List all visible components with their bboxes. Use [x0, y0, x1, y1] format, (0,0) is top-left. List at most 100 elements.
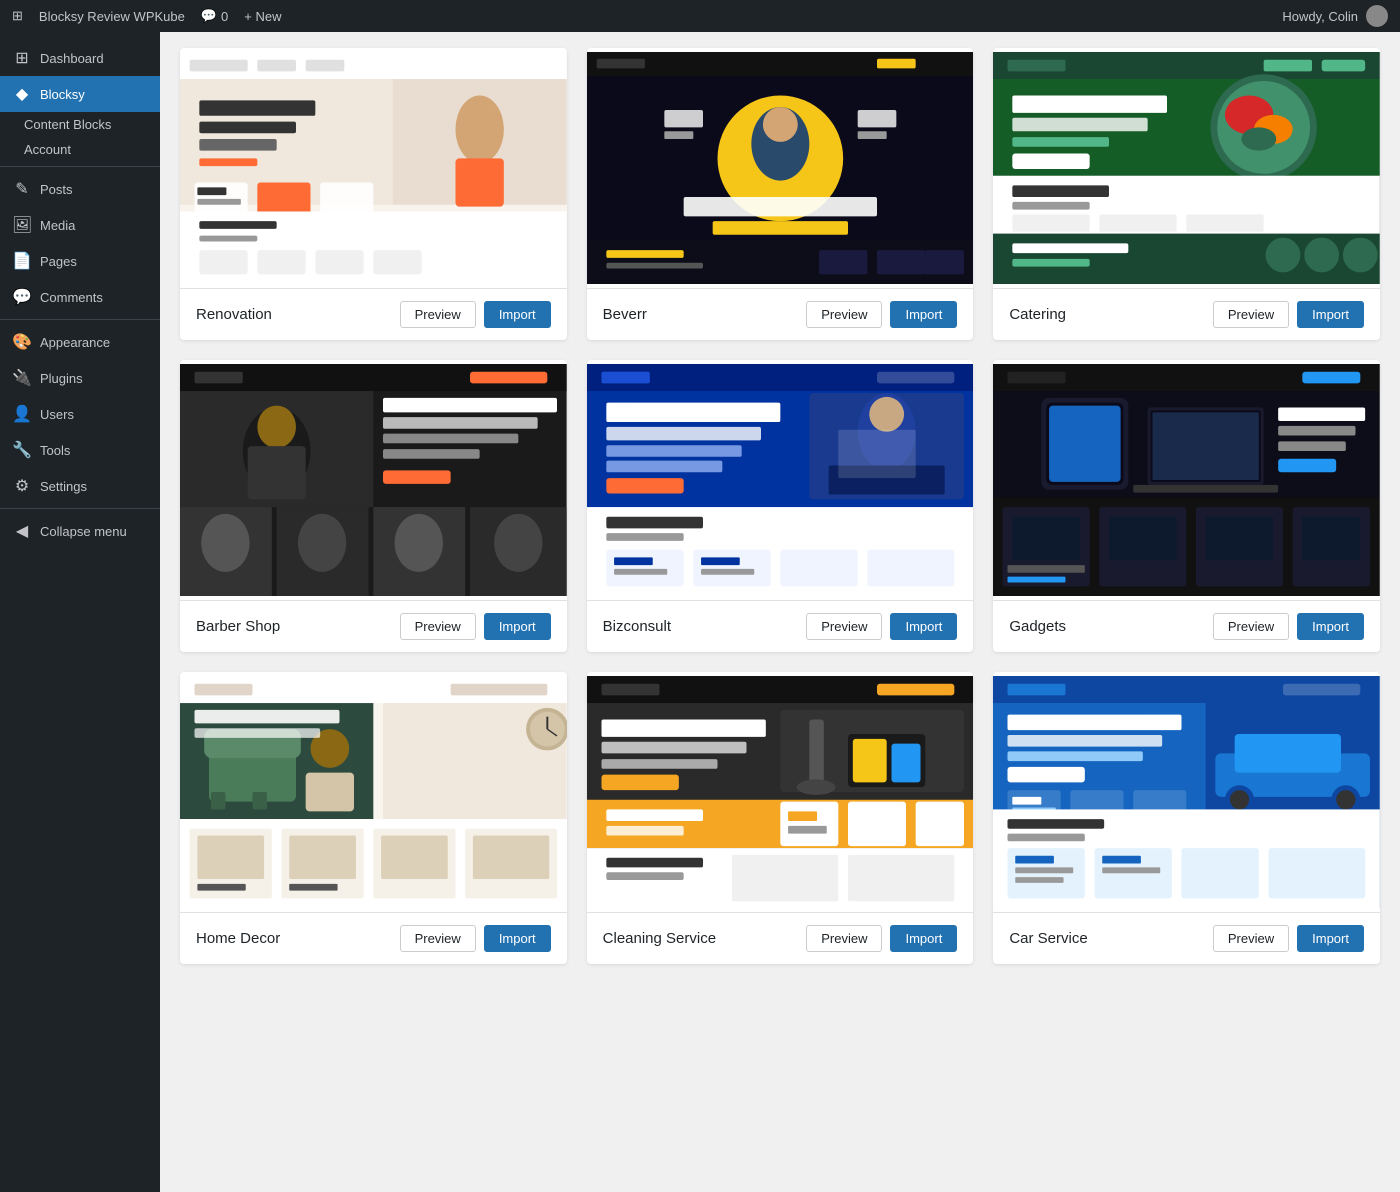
templates-grid: Renovation Preview Import [180, 48, 1380, 964]
import-button-barbershop[interactable]: Import [484, 613, 551, 640]
template-info-car-service: Car Service Preview Import [993, 912, 1380, 964]
preview-button-home-decor[interactable]: Preview [400, 925, 476, 952]
template-card-home-decor: Home Decor Preview Import [180, 672, 567, 964]
site-name[interactable]: Blocksy Review WPKube [39, 9, 185, 24]
import-button-home-decor[interactable]: Import [484, 925, 551, 952]
sidebar-item-posts[interactable]: ✎ Posts [0, 171, 160, 207]
template-name-cleaning-service: Cleaning Service [603, 930, 716, 947]
sidebar: ⊞ Dashboard ◆ Blocksy Content Blocks Acc… [0, 32, 160, 1192]
plugins-icon: 🔌 [12, 368, 32, 388]
template-info-renovation: Renovation Preview Import [180, 288, 567, 340]
template-name-gadgets: Gadgets [1009, 618, 1066, 635]
template-actions-renovation: Preview Import [400, 301, 551, 328]
preview-button-cleaning-service[interactable]: Preview [806, 925, 882, 952]
preview-button-bizconsult[interactable]: Preview [806, 613, 882, 640]
import-button-cleaning-service[interactable]: Import [890, 925, 957, 952]
template-thumb-bizconsult [587, 360, 974, 600]
sidebar-label-dashboard: Dashboard [40, 51, 104, 66]
template-actions-bizconsult: Preview Import [806, 613, 957, 640]
template-name-renovation: Renovation [196, 306, 272, 323]
sidebar-item-collapse[interactable]: ◀ Collapse menu [0, 513, 160, 549]
sidebar-item-settings[interactable]: ⚙ Settings [0, 468, 160, 504]
template-thumb-gadgets [993, 360, 1380, 600]
template-card-beverr: Beverr Preview Import [587, 48, 974, 340]
sidebar-item-content-blocks[interactable]: Content Blocks [0, 112, 160, 137]
tools-icon: 🔧 [12, 440, 32, 460]
template-actions-catering: Preview Import [1213, 301, 1364, 328]
template-name-catering: Catering [1009, 306, 1066, 323]
preview-button-gadgets[interactable]: Preview [1213, 613, 1289, 640]
sidebar-label-tools: Tools [40, 443, 70, 458]
sidebar-item-dashboard[interactable]: ⊞ Dashboard [0, 40, 160, 76]
template-info-barbershop: Barber Shop Preview Import [180, 600, 567, 652]
sidebar-label-comments: Comments [40, 290, 103, 305]
admin-bar: ⊞ Blocksy Review WPKube 💬 0 + New Howdy,… [0, 0, 1400, 32]
comments-icon: 💬 [12, 287, 32, 307]
collapse-icon: ◀ [12, 521, 32, 541]
template-thumb-cleaning-service [587, 672, 974, 912]
sidebar-item-media[interactable]: 🖼 Media [0, 207, 160, 243]
sidebar-item-blocksy[interactable]: ◆ Blocksy [0, 76, 160, 112]
preview-button-barbershop[interactable]: Preview [400, 613, 476, 640]
import-button-renovation[interactable]: Import [484, 301, 551, 328]
template-actions-beverr: Preview Import [806, 301, 957, 328]
import-button-bizconsult[interactable]: Import [890, 613, 957, 640]
pages-icon: 📄 [12, 251, 32, 271]
sidebar-item-account[interactable]: Account [0, 137, 160, 162]
sidebar-label-pages: Pages [40, 254, 77, 269]
preview-button-renovation[interactable]: Preview [400, 301, 476, 328]
sidebar-item-pages[interactable]: 📄 Pages [0, 243, 160, 279]
sidebar-label-posts: Posts [40, 182, 73, 197]
template-card-renovation: Renovation Preview Import [180, 48, 567, 340]
users-icon: 👤 [12, 404, 32, 424]
template-card-car-service: Car Service Preview Import [993, 672, 1380, 964]
template-card-barbershop: Barber Shop Preview Import [180, 360, 567, 652]
sidebar-label-settings: Settings [40, 479, 87, 494]
template-thumb-car-service [993, 672, 1380, 912]
template-actions-barbershop: Preview Import [400, 613, 551, 640]
template-name-bizconsult: Bizconsult [603, 618, 671, 635]
template-actions-gadgets: Preview Import [1213, 613, 1364, 640]
howdy-user: Howdy, Colin [1282, 9, 1358, 24]
new-item-button[interactable]: + New [244, 9, 281, 24]
sidebar-item-plugins[interactable]: 🔌 Plugins [0, 360, 160, 396]
preview-button-car-service[interactable]: Preview [1213, 925, 1289, 952]
appearance-icon: 🎨 [12, 332, 32, 352]
blocksy-icon: ◆ [12, 84, 32, 104]
template-card-gadgets: Gadgets Preview Import [993, 360, 1380, 652]
template-thumb-catering [993, 48, 1380, 288]
template-thumb-home-decor [180, 672, 567, 912]
sidebar-label-media: Media [40, 218, 75, 233]
import-button-gadgets[interactable]: Import [1297, 613, 1364, 640]
sidebar-label-plugins: Plugins [40, 371, 83, 386]
sidebar-item-tools[interactable]: 🔧 Tools [0, 432, 160, 468]
template-card-bizconsult: Bizconsult Preview Import [587, 360, 974, 652]
template-info-beverr: Beverr Preview Import [587, 288, 974, 340]
import-button-catering[interactable]: Import [1297, 301, 1364, 328]
sidebar-item-users[interactable]: 👤 Users [0, 396, 160, 432]
sidebar-item-appearance[interactable]: 🎨 Appearance [0, 324, 160, 360]
media-icon: 🖼 [12, 215, 32, 235]
preview-button-beverr[interactable]: Preview [806, 301, 882, 328]
template-info-gadgets: Gadgets Preview Import [993, 600, 1380, 652]
wp-logo-icon: ⊞ [12, 8, 23, 24]
settings-icon: ⚙ [12, 476, 32, 496]
comments-bubble[interactable]: 💬 0 [201, 8, 228, 24]
sidebar-item-comments[interactable]: 💬 Comments [0, 279, 160, 315]
import-button-car-service[interactable]: Import [1297, 925, 1364, 952]
preview-button-catering[interactable]: Preview [1213, 301, 1289, 328]
template-thumb-barbershop [180, 360, 567, 600]
content-area: Renovation Preview Import [160, 32, 1400, 1192]
import-button-beverr[interactable]: Import [890, 301, 957, 328]
sidebar-label-appearance: Appearance [40, 335, 110, 350]
template-info-bizconsult: Bizconsult Preview Import [587, 600, 974, 652]
template-thumb-renovation [180, 48, 567, 288]
template-thumb-beverr [587, 48, 974, 288]
sidebar-label-blocksy: Blocksy [40, 87, 85, 102]
template-card-catering: Catering Preview Import [993, 48, 1380, 340]
dashboard-icon: ⊞ [12, 48, 32, 68]
template-info-cleaning-service: Cleaning Service Preview Import [587, 912, 974, 964]
template-info-home-decor: Home Decor Preview Import [180, 912, 567, 964]
template-name-barbershop: Barber Shop [196, 618, 280, 635]
sidebar-label-collapse: Collapse menu [40, 524, 127, 539]
